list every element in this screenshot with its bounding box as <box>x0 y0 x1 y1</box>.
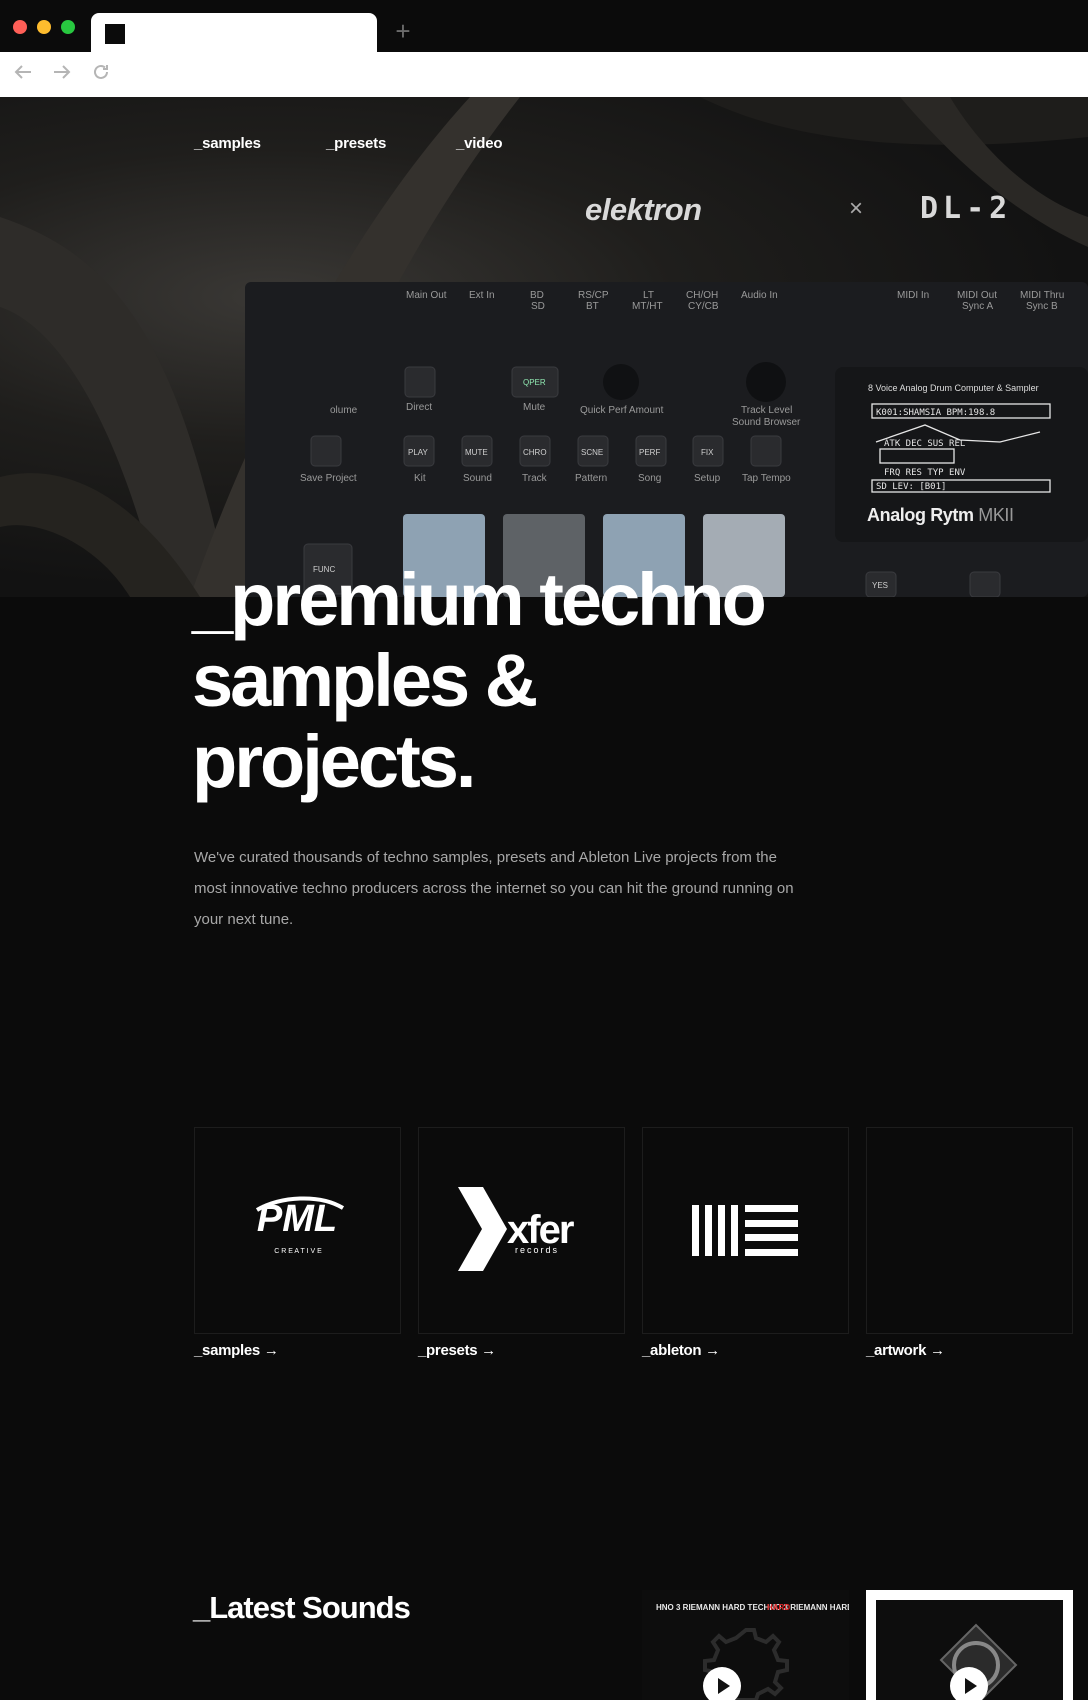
samples-category-link[interactable]: _samples → <box>194 1342 279 1359</box>
svg-text:FIX: FIX <box>701 448 714 457</box>
svg-text:BT: BT <box>586 301 599 312</box>
svg-text:Sync B: Sync B <box>1026 301 1058 312</box>
svg-text:Song: Song <box>638 473 661 484</box>
svg-text:PERF: PERF <box>639 448 660 457</box>
nav-samples-link[interactable]: _samples <box>194 135 261 152</box>
device-caption: 8 Voice Analog Drum Computer & Sampler <box>868 383 1039 393</box>
artwork-card[interactable] <box>866 1127 1073 1334</box>
page-title-line3: projects. <box>192 720 476 803</box>
new-tab-button[interactable]: + <box>393 18 413 44</box>
svg-text:QPER: QPER <box>523 378 546 387</box>
svg-text:CH/OH: CH/OH <box>686 290 718 301</box>
reload-icon <box>94 64 108 79</box>
svg-text:Quick Perf Amount: Quick Perf Amount <box>580 405 664 416</box>
svg-text:Sync A: Sync A <box>962 301 993 312</box>
svg-text:PLAY: PLAY <box>408 448 429 457</box>
pml-creative-logo: PML C R E A T I V E <box>255 1196 345 1255</box>
svg-text:SD LEV: [B01]: SD LEV: [B01] <box>876 482 946 492</box>
xfer-records-logo: xfer records <box>458 1187 576 1271</box>
back-button[interactable] <box>11 60 35 84</box>
svg-text:RS/CP: RS/CP <box>578 290 609 301</box>
svg-text:LT: LT <box>643 290 654 301</box>
minimize-window-button[interactable] <box>37 20 51 34</box>
svg-text:Sound: Sound <box>463 473 492 484</box>
browser-titlebar: + <box>0 0 1088 53</box>
svg-text:Track Level: Track Level <box>741 405 792 416</box>
browser-toolbar <box>0 52 1088 97</box>
favicon-icon <box>105 24 125 44</box>
ableton-card[interactable] <box>642 1127 849 1334</box>
svg-text:olume: olume <box>330 405 358 416</box>
nav-video-link[interactable]: _video <box>456 135 503 152</box>
arrow-left-icon <box>14 65 31 79</box>
svg-text:Tap Tempo: Tap Tempo <box>742 473 791 484</box>
svg-text:ATK DEC SUS REL: ATK DEC SUS REL <box>884 439 965 449</box>
lcd-line1: K001:SHAMSIA BPM:198.8 <box>876 408 995 418</box>
release-artwork-riemann: HNO 3 RIEMANN HARD TECHNO 3 RIEMANN HARD… <box>656 1603 849 1700</box>
svg-text:CY/CB: CY/CB <box>688 301 719 312</box>
reload-button[interactable] <box>89 60 113 84</box>
svg-text:MUTE: MUTE <box>465 448 488 457</box>
device-suffix: MKII <box>978 505 1014 525</box>
svg-text:Sound Browser: Sound Browser <box>732 417 801 428</box>
presets-card[interactable]: xfer records <box>418 1127 625 1334</box>
elektron-logo: elektron <box>585 192 702 227</box>
play-button[interactable] <box>703 1667 741 1700</box>
hero-banner: Main Out Ext In BD SD RS/CP BT LT MT/HT CH/… <box>0 97 1088 597</box>
close-window-button[interactable] <box>13 20 27 34</box>
svg-text:Audio In: Audio In <box>741 290 778 301</box>
page-title-line2: samples & <box>192 639 538 722</box>
svg-text:Setup: Setup <box>694 473 721 484</box>
dl2-logo: DL-2 <box>920 191 1013 226</box>
ableton-category-link[interactable]: _ableton → <box>642 1342 720 1359</box>
pml-logo-subtext: C R E A T I V E <box>274 1248 322 1255</box>
device-name: Analog Rytm <box>867 505 974 525</box>
browser-tab[interactable] <box>91 13 377 53</box>
release-artwork-text: HNO 3 RIEMANN HARD TECHNO 3 RIEMANN HARD… <box>656 1603 849 1612</box>
svg-text:Pattern: Pattern <box>575 473 607 484</box>
intro-paragraph: We've curated thousands of techno sample… <box>194 849 794 928</box>
svg-text:Mute: Mute <box>523 402 546 413</box>
svg-text:SD: SD <box>531 301 545 312</box>
svg-text:Kit: Kit <box>414 473 426 484</box>
page-title: _premium techno samples & projects. <box>192 559 892 802</box>
release-card-riemann[interactable]: HNO 3 RIEMANN HARD TECHNO 3 RIEMANN HARD… <box>642 1590 849 1700</box>
forward-button[interactable] <box>50 60 74 84</box>
samples-card[interactable]: PML C R E A T I V E <box>194 1127 401 1334</box>
presets-category-link[interactable]: _presets → <box>418 1342 496 1359</box>
latest-sounds-heading: _Latest Sounds <box>193 1590 411 1625</box>
svg-text:Save Project: Save Project <box>300 473 357 484</box>
play-button[interactable] <box>950 1667 988 1700</box>
svg-text:MIDI Thru: MIDI Thru <box>1020 290 1064 301</box>
xfer-logo-subtext: records <box>515 1245 559 1255</box>
svg-text:CHRO: CHRO <box>523 448 547 457</box>
svg-text:Track: Track <box>522 473 548 484</box>
svg-text:SCNE: SCNE <box>581 448 603 457</box>
svg-text:Ext In: Ext In <box>469 290 495 301</box>
page-title-line1: _premium techno <box>192 558 767 641</box>
svg-text:Main Out: Main Out <box>406 290 447 301</box>
maximize-window-button[interactable] <box>61 20 75 34</box>
svg-text:MIDI In: MIDI In <box>897 290 929 301</box>
release-artwork-accent: HARD <box>767 1603 790 1612</box>
nav-presets-link[interactable]: _presets <box>326 135 386 152</box>
release-card-2[interactable] <box>866 1590 1073 1700</box>
svg-text:Direct: Direct <box>406 402 432 413</box>
svg-text:MT/HT: MT/HT <box>632 301 663 312</box>
svg-text:MIDI Out: MIDI Out <box>957 290 997 301</box>
svg-text:BD: BD <box>530 290 544 301</box>
ableton-logo <box>692 1205 798 1256</box>
device-model-name: Analog Rytm MKII <box>867 505 1014 526</box>
collab-x-icon: × <box>849 195 864 222</box>
arrow-right-icon <box>54 65 71 79</box>
artwork-category-link[interactable]: _artwork → <box>866 1342 945 1359</box>
svg-text:FRQ RES TYP ENV: FRQ RES TYP ENV <box>884 468 966 478</box>
